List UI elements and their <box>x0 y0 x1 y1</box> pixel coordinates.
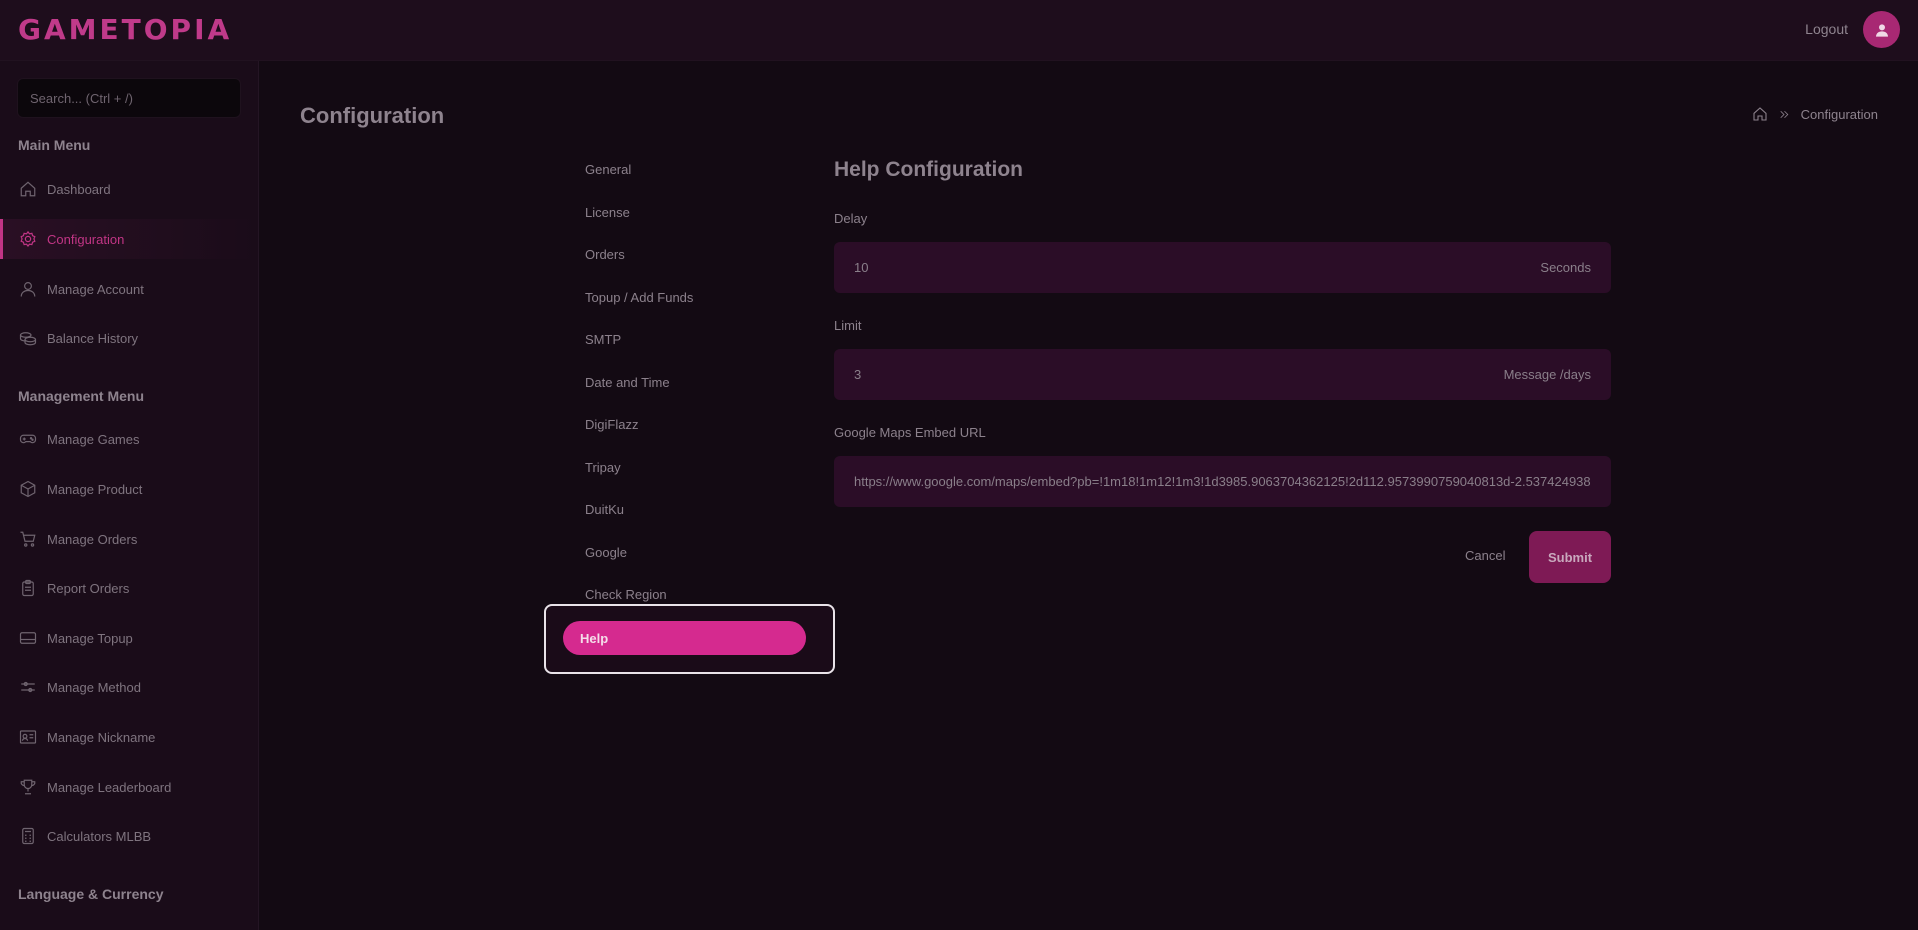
home-icon <box>18 180 37 199</box>
sidebar-item-label: Manage Topup <box>47 630 133 646</box>
sidebar-item-manage-product[interactable]: Manage Product <box>0 469 258 509</box>
chevrons-right-icon <box>1780 110 1789 118</box>
config-menu-help[interactable]: Help <box>563 621 806 655</box>
trophy-icon <box>18 778 37 797</box>
sliders-icon <box>18 678 37 697</box>
delay-value: 10 <box>854 260 869 275</box>
breadcrumb: Configuration <box>1752 106 1878 122</box>
gear-icon <box>18 230 37 249</box>
limit-label: Limit <box>834 318 862 333</box>
sidebar-item-label: Dashboard <box>47 181 111 197</box>
sidebar-item-report-orders[interactable]: Report Orders <box>0 568 258 608</box>
config-menu-digiflazz[interactable]: DigiFlazz <box>585 417 638 432</box>
sidebar-item-configuration[interactable]: Configuration <box>0 219 258 259</box>
cart-icon <box>18 530 37 549</box>
sidebar-item-label: Configuration <box>47 231 125 247</box>
search-input[interactable] <box>17 78 241 118</box>
sidebar-item-label: Manage Method <box>47 679 141 695</box>
sidebar-item-manage-account[interactable]: Manage Account <box>0 269 258 309</box>
sidebar-item-dashboard[interactable]: Dashboard <box>0 169 258 209</box>
config-menu-help-focus: Help <box>544 604 835 674</box>
coins-icon <box>18 329 37 348</box>
sidebar-item-label: Manage Nickname <box>47 729 156 745</box>
cancel-button[interactable]: Cancel <box>1465 548 1505 563</box>
config-menu-tripay[interactable]: Tripay <box>585 460 621 475</box>
box-icon <box>18 480 37 499</box>
sidebar-item-manage-games[interactable]: Manage Games <box>0 419 258 459</box>
gamepad-icon <box>18 430 37 449</box>
management-menu-title: Management Menu <box>18 388 145 404</box>
config-menu-duitku[interactable]: DuitKu <box>585 502 624 517</box>
sidebar-item-manage-leaderboard[interactable]: Manage Leaderboard <box>0 767 258 807</box>
config-menu-general[interactable]: General <box>585 162 631 177</box>
language-currency-title: Language & Currency <box>18 886 164 902</box>
config-menu-date-time[interactable]: Date and Time <box>585 375 670 390</box>
delay-label: Delay <box>834 211 868 226</box>
sidebar-item-balance-history[interactable]: Balance History <box>0 318 258 358</box>
sidebar-item-manage-nickname[interactable]: Manage Nickname <box>0 717 258 757</box>
home-icon[interactable] <box>1752 106 1768 122</box>
sidebar-item-label: Manage Games <box>47 431 140 447</box>
sidebar-item-calculators-mlbb[interactable]: Calculators MLBB <box>0 816 258 856</box>
config-menu-topup[interactable]: Topup / Add Funds <box>585 290 693 305</box>
config-menu-license[interactable]: License <box>585 205 630 220</box>
delay-field[interactable]: 10 Seconds <box>834 242 1611 293</box>
user-icon <box>1875 23 1888 37</box>
user-icon <box>18 280 37 299</box>
sidebar-item-manage-orders[interactable]: Manage Orders <box>0 519 258 559</box>
main-menu-title: Main Menu <box>18 137 91 153</box>
limit-value: 3 <box>854 367 862 382</box>
logo[interactable]: GAMETOPIA <box>18 13 232 46</box>
sidebar: Main Menu Dashboard Configuration Manage… <box>0 61 259 930</box>
sidebar-item-label: Manage Product <box>47 481 143 497</box>
sidebar-item-label: Manage Orders <box>47 531 138 547</box>
sidebar-item-label: Calculators MLBB <box>47 828 152 844</box>
config-menu-orders[interactable]: Orders <box>585 247 625 262</box>
card-icon <box>18 629 37 648</box>
sidebar-item-manage-method[interactable]: Manage Method <box>0 667 258 707</box>
logout-link[interactable]: Logout <box>1805 21 1848 37</box>
sidebar-item-label: Report Orders <box>47 580 130 596</box>
clipboard-icon <box>18 579 37 598</box>
sidebar-item-label: Manage Account <box>47 281 144 297</box>
config-menu-google[interactable]: Google <box>585 545 627 560</box>
id-card-icon <box>18 728 37 747</box>
sidebar-item-label: Balance History <box>47 330 139 346</box>
limit-suffix: Message /days <box>1503 367 1591 382</box>
form-title: Help Configuration <box>834 158 1023 181</box>
delay-suffix: Seconds <box>1540 260 1591 275</box>
page-title: Configuration <box>300 103 445 128</box>
sidebar-item-label: Manage Leaderboard <box>47 779 172 795</box>
top-bar: GAMETOPIA Logout <box>0 0 1918 61</box>
maps-url-label: Google Maps Embed URL <box>834 425 986 440</box>
calculator-icon <box>18 827 37 846</box>
breadcrumb-current: Configuration <box>1800 106 1878 122</box>
maps-url-value: https://www.google.com/maps/embed?pb=!1m… <box>854 474 1591 489</box>
config-menu-check-region[interactable]: Check Region <box>585 587 667 602</box>
config-menu-smtp[interactable]: SMTP <box>585 332 621 347</box>
limit-field[interactable]: 3 Message /days <box>834 349 1611 400</box>
sidebar-item-manage-topup[interactable]: Manage Topup <box>0 618 258 658</box>
avatar[interactable] <box>1863 11 1900 48</box>
maps-url-field[interactable]: https://www.google.com/maps/embed?pb=!1m… <box>834 456 1611 507</box>
submit-button[interactable]: Submit <box>1529 531 1611 583</box>
